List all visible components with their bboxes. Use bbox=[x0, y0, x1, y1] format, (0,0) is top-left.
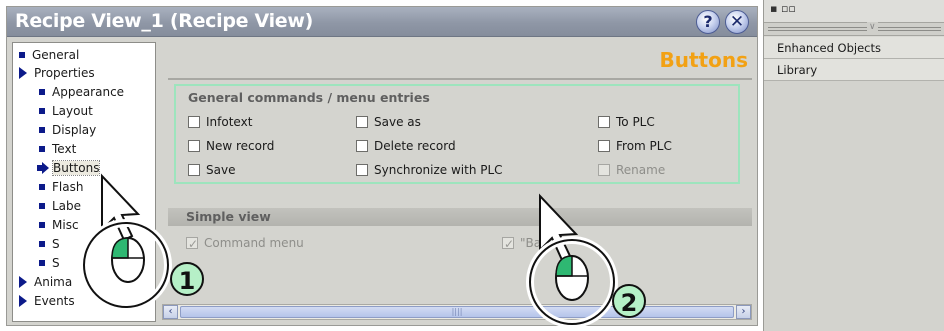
tree-bullet-icon bbox=[39, 126, 45, 133]
tree-item-s1[interactable]: S bbox=[39, 236, 60, 253]
tree-bullet-icon bbox=[39, 145, 45, 152]
tree-item-label: S bbox=[52, 256, 60, 270]
checkbox-label: Rename bbox=[616, 163, 666, 177]
toolbox-item-library[interactable]: Library bbox=[764, 59, 944, 81]
tree-bullet-icon bbox=[39, 240, 45, 247]
tree-item-label: General bbox=[32, 48, 80, 62]
tree-item-events[interactable]: Events bbox=[19, 293, 75, 310]
step-number-badge: 2 bbox=[612, 284, 646, 318]
checkbox-box[interactable] bbox=[188, 115, 200, 128]
tree-item-label: Appearance bbox=[52, 85, 125, 99]
tree-item-label: Text bbox=[52, 142, 77, 156]
section-heading: Buttons bbox=[659, 48, 749, 72]
checkbox-new-record[interactable]: New record bbox=[188, 137, 274, 155]
tree-item-display[interactable]: Display bbox=[39, 122, 96, 139]
expand-arrow-icon[interactable] bbox=[19, 66, 27, 79]
toolbox-item-enhanced-objects[interactable]: Enhanced Objects bbox=[764, 37, 944, 59]
checkbox-label: Save as bbox=[374, 115, 421, 129]
check-mark-icon: ✓ bbox=[504, 236, 515, 251]
tree-item-text[interactable]: Text bbox=[39, 141, 76, 158]
checkbox-to-plc[interactable]: To PLC bbox=[598, 113, 655, 131]
tree-item-general[interactable]: General bbox=[19, 47, 79, 64]
title-bar[interactable]: Recipe View_1 (Recipe View) ? ✕ bbox=[7, 7, 757, 37]
chevron-down-icon[interactable]: ∨ bbox=[867, 22, 878, 32]
section-header: Buttons bbox=[162, 42, 752, 80]
tree-item-label: Anima bbox=[34, 275, 73, 289]
scroll-right-icon[interactable]: › bbox=[736, 305, 751, 319]
checkbox-label: New record bbox=[206, 139, 275, 153]
checkbox-synchronize-with-plc[interactable]: Synchronize with PLC bbox=[356, 161, 503, 179]
object-icon: ▪ ▫▫ bbox=[770, 2, 796, 15]
tree-item-labels[interactable]: Labe bbox=[39, 198, 81, 215]
tree-item-s2[interactable]: S bbox=[39, 255, 60, 272]
mouse-click-callout-1 bbox=[80, 173, 172, 311]
checkbox-label: Synchronize with PLC bbox=[374, 163, 503, 177]
toolbox-top-area: ▪ ▫▫ bbox=[764, 0, 944, 22]
tree-item-animations[interactable]: Anima bbox=[19, 274, 72, 291]
checkbox-box[interactable]: ✓ bbox=[502, 236, 514, 251]
checkbox-label: From PLC bbox=[616, 139, 672, 153]
expand-arrow-icon[interactable] bbox=[19, 294, 27, 307]
checkbox-box[interactable] bbox=[356, 115, 368, 128]
step-number-badge: 1 bbox=[170, 262, 204, 296]
splitter-grip bbox=[768, 27, 941, 31]
tree-item-label: Events bbox=[34, 294, 75, 308]
tree-item-misc[interactable]: Misc bbox=[39, 217, 79, 234]
divider bbox=[168, 78, 752, 80]
tree-item-label: S bbox=[52, 237, 60, 251]
checkbox-box[interactable] bbox=[598, 115, 610, 128]
tree-bullet-icon bbox=[39, 202, 45, 209]
help-icon[interactable]: ? bbox=[696, 10, 720, 34]
checkbox-infotext[interactable]: Infotext bbox=[188, 113, 252, 131]
tree-bullet-icon bbox=[39, 259, 45, 266]
checkbox-box[interactable] bbox=[356, 139, 368, 152]
tree-item-layout[interactable]: Layout bbox=[39, 103, 93, 120]
tree-item-label: Misc bbox=[52, 218, 79, 232]
tree-item-label: Layout bbox=[52, 104, 93, 118]
tree-bullet-icon bbox=[19, 51, 25, 58]
checkbox-label: Command menu bbox=[204, 236, 304, 250]
tree-bullet-icon bbox=[39, 88, 45, 95]
tree-item-label: Properties bbox=[34, 66, 95, 80]
mouse-click-callout-2 bbox=[526, 193, 618, 328]
tree-bullet-icon bbox=[39, 221, 45, 228]
close-icon[interactable]: ✕ bbox=[725, 10, 749, 34]
checkbox-delete-record[interactable]: Delete record bbox=[356, 137, 456, 155]
toolbox-panel: ▪ ▫▫ ∨ Enhanced Objects Library bbox=[763, 0, 944, 331]
checkbox-from-plc[interactable]: From PLC bbox=[598, 137, 672, 155]
tree-item-appearance[interactable]: Appearance bbox=[39, 84, 124, 101]
checkbox-box[interactable] bbox=[598, 139, 610, 152]
checkbox-box[interactable] bbox=[356, 163, 368, 176]
tree-bullet-icon bbox=[39, 183, 45, 190]
tree-item-label: Display bbox=[52, 123, 97, 137]
tree-item-properties[interactable]: Properties bbox=[19, 65, 95, 82]
checkbox-label: To PLC bbox=[616, 115, 655, 129]
tree-bullet-icon bbox=[39, 107, 45, 114]
checkbox-label: Delete record bbox=[374, 139, 456, 153]
checkbox-rename[interactable]: Rename bbox=[598, 161, 665, 179]
checkbox-box[interactable] bbox=[598, 163, 610, 176]
window-title: Recipe View_1 (Recipe View) bbox=[15, 10, 314, 32]
selected-arrow-icon bbox=[37, 161, 49, 174]
expand-arrow-icon[interactable] bbox=[19, 275, 27, 288]
panel-splitter[interactable]: ∨ bbox=[764, 22, 944, 36]
checkbox-label: Infotext bbox=[206, 115, 253, 129]
checkbox-save-as[interactable]: Save as bbox=[356, 113, 421, 131]
toolbox-empty-area bbox=[764, 81, 944, 331]
checkbox-box[interactable] bbox=[188, 139, 200, 152]
